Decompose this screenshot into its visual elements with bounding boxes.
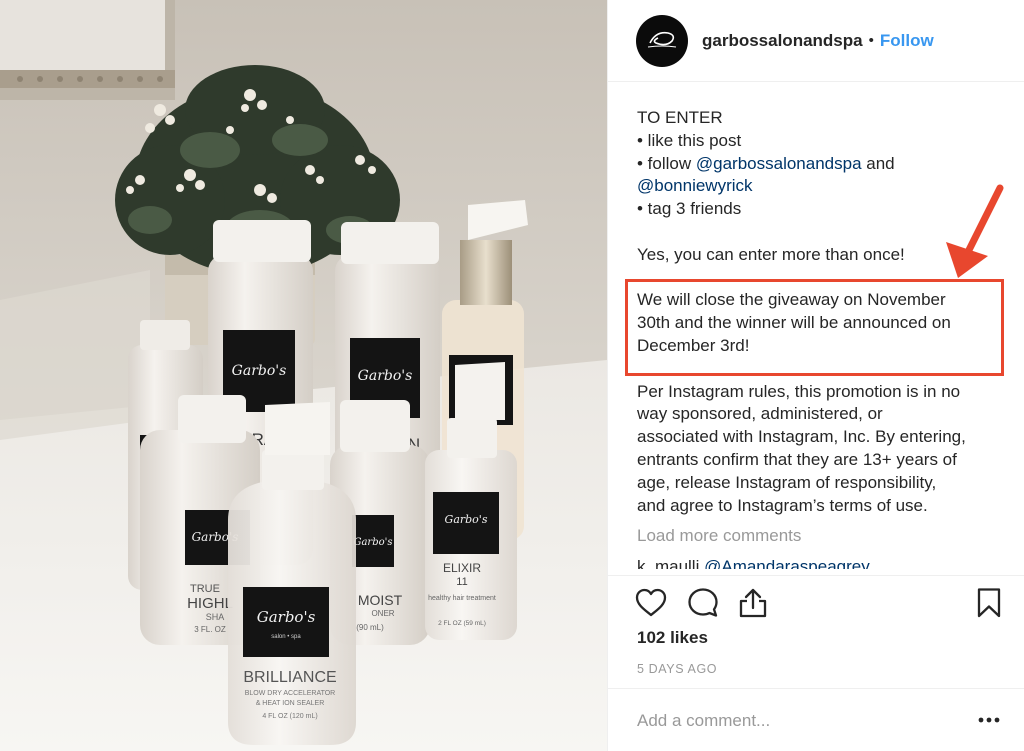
clipped-previous-line: [637, 85, 1009, 86]
next-comment-clipped: k_maulli @Amandaraspeagrey: [637, 557, 1009, 569]
shampoo-label-text: SHA: [206, 612, 225, 622]
separator-dot: •: [868, 32, 874, 49]
caption-line: TO ENTER: [637, 108, 723, 127]
caption-text: and: [861, 153, 895, 173]
true-label-text: TRUE: [190, 583, 220, 595]
follow-button[interactable]: Follow: [880, 31, 934, 51]
brilliance-desc2-text: & HEAT ION SEALER: [256, 700, 325, 707]
elixir-desc-text: healthy hair treatment: [428, 595, 496, 602]
heart-icon[interactable]: [634, 586, 668, 620]
more-options-icon[interactable]: [978, 715, 1000, 725]
mention-link[interactable]: @garbossalonandspa: [696, 154, 862, 173]
product-photo-illustration: Garbo's RAT Garbo's N Garbo's TRUE HIGHL…: [0, 0, 607, 751]
garbo-logo-icon: [647, 31, 677, 48]
bookmark-icon[interactable]: [972, 586, 1006, 620]
post-panel: garbossalonandspa • Follow TO ENTER • li…: [608, 0, 1024, 751]
username[interactable]: garbossalonandspa: [702, 31, 863, 51]
brilliance-brand-text: Garbo's: [257, 608, 316, 626]
post-timestamp[interactable]: 5 DAYS AGO: [637, 662, 717, 676]
oz3-label-text: 2 FL OZ (59 mL): [438, 620, 486, 627]
caption-line: • follow @garbossalonandspa and: [637, 153, 1009, 176]
clipped-text-fragment: [637, 85, 1009, 86]
share-icon[interactable]: [736, 586, 770, 620]
volume-brand-text: Garbo's: [358, 368, 413, 384]
oz4-label-text: 4 FL OZ (120 mL): [262, 713, 317, 720]
annotation-arrow-icon: [946, 184, 1004, 278]
caption-text: • follow: [637, 153, 696, 173]
hydrate-brand-text: Garbo's: [232, 363, 287, 379]
mention-link[interactable]: @bonniewyrick: [637, 176, 753, 195]
caption-line: Per Instagram rules, this promotion is i…: [637, 381, 961, 401]
add-comment-input[interactable]: Add a comment...: [637, 711, 770, 731]
caption-line: entrants confirm that they are 13+ years…: [637, 449, 957, 469]
moist-label-text: MOIST: [358, 592, 403, 608]
brilliance-desc-text: BLOW DRY ACCELERATOR: [245, 690, 336, 697]
likes-count[interactable]: 102 likes: [637, 628, 708, 648]
elixir-label-text: ELIXIR: [443, 561, 481, 575]
brilliance-label-text: BRILLIANCE: [243, 669, 336, 686]
oz2-label-text: (90 mL): [356, 623, 384, 632]
caption-line: associated with Instagram, Inc. By enter…: [637, 427, 966, 447]
oz1-label-text: 3 FL. OZ: [194, 625, 226, 634]
elixir-num-text: 11: [456, 576, 467, 588]
highlights-label-text: HIGHL: [187, 595, 233, 612]
avatar[interactable]: [636, 14, 688, 67]
moist-brand-text: Garbo's: [353, 537, 392, 548]
load-more-comments[interactable]: Load more comments: [637, 526, 1009, 546]
comment-username[interactable]: k_maulli: [637, 557, 699, 569]
comment-composer: Add a comment...: [608, 688, 1024, 751]
brilliance-sub-text: salon • spa: [271, 634, 301, 640]
caption-line: • like this post: [637, 130, 742, 150]
post-header: garbossalonandspa • Follow: [608, 0, 1024, 82]
post-photo[interactable]: Garbo's RAT Garbo's N Garbo's TRUE HIGHL…: [0, 0, 607, 751]
mention-link[interactable]: @Amandaraspeagrey: [704, 557, 870, 569]
conditioner-label-text: ONER: [371, 609, 394, 618]
action-bar: [608, 575, 1024, 630]
elixir-brand-text: Garbo's: [445, 513, 488, 526]
caption-line: age, release Instagram of responsibility…: [637, 472, 937, 492]
caption-line: way sponsored, administered, or: [637, 404, 883, 424]
caption-line: and agree to Instagram’s terms of use.: [637, 495, 928, 515]
annotation-highlight-box: [625, 279, 1004, 376]
comment-icon[interactable]: [686, 586, 720, 620]
